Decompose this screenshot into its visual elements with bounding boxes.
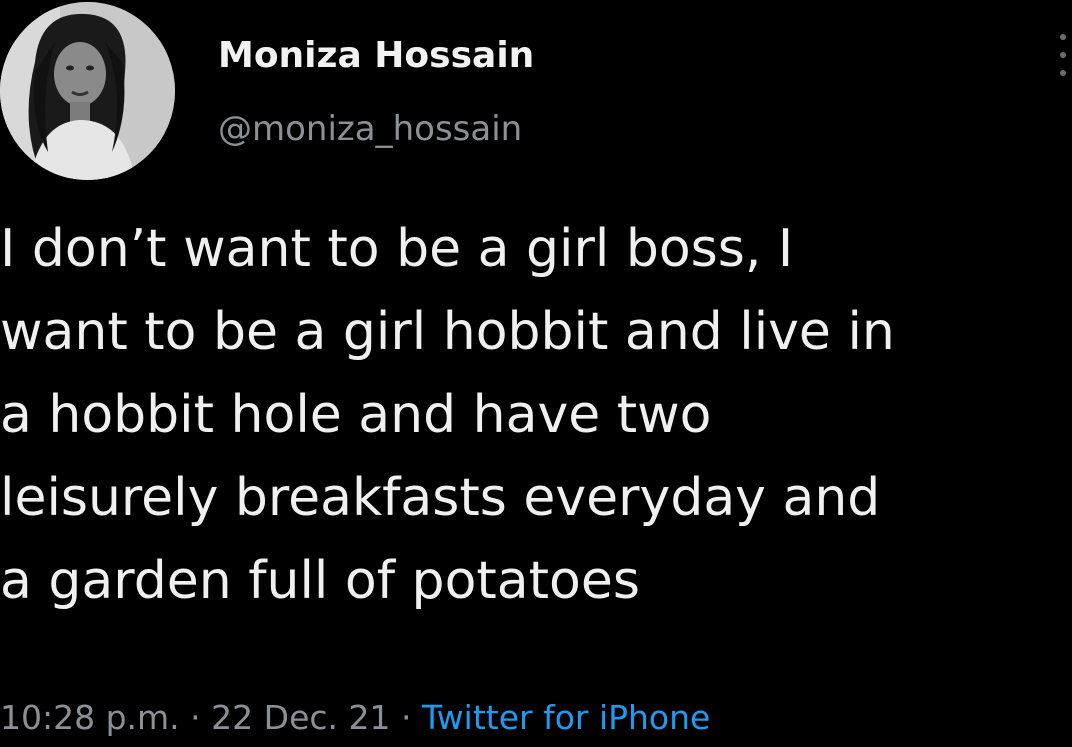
meta-separator: · <box>190 698 201 737</box>
tweet-text: I don’t want to be a girl boss, I want t… <box>0 208 1072 623</box>
author-handle[interactable]: @moniza_hossain <box>218 106 522 152</box>
tweet-line: leisurely breakfasts everyday and <box>0 468 881 528</box>
tweet-line: I don’t want to be a girl boss, I <box>0 219 794 279</box>
tweet-line: want to be a girl hobbit and live in <box>0 302 895 362</box>
profile-photo-icon <box>0 2 175 180</box>
more-dot <box>1060 70 1066 76</box>
meta-separator: · <box>400 698 412 737</box>
author-name[interactable]: Moniza Hossain <box>218 32 534 80</box>
more-dot <box>1060 34 1066 40</box>
avatar[interactable] <box>0 2 175 180</box>
more-options-icon[interactable] <box>1052 30 1072 80</box>
tweet-meta: 10:28 p.m. · 22 Dec. 21 · Twitter for iP… <box>0 694 710 742</box>
tweet-line: a hobbit hole and have two <box>0 385 712 445</box>
tweet-line: a garden full of potatoes <box>0 551 640 611</box>
more-dot <box>1060 52 1066 58</box>
tweet-card: Moniza Hossain @moniza_hossain I don’t w… <box>0 0 1072 747</box>
tweet-time[interactable]: 10:28 p.m. <box>0 698 180 737</box>
tweet-date[interactable]: 22 Dec. 21 <box>211 698 390 737</box>
tweet-source-link[interactable]: Twitter for iPhone <box>422 698 710 737</box>
